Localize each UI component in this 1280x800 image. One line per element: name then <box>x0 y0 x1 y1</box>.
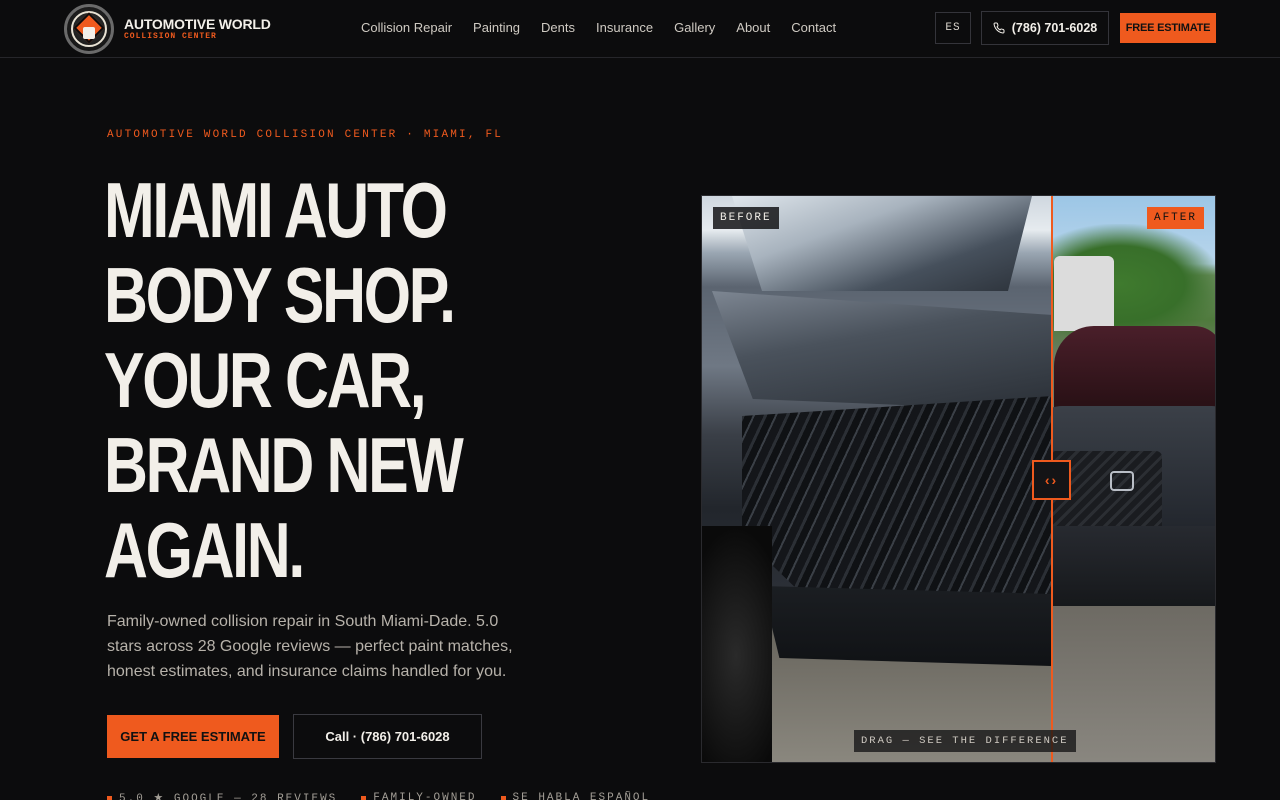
before-photo <box>702 196 1051 762</box>
hero-headline: Miami Auto Body Shop. Your Car, Brand Ne… <box>104 168 525 593</box>
nav-item-insurance[interactable]: Insurance <box>596 20 653 36</box>
hero-eyebrow: Automotive World Collision Center · Miam… <box>107 129 504 141</box>
nav-item-collision-repair[interactable]: Collision Repair <box>361 20 452 36</box>
nav-item-about[interactable]: About <box>736 20 770 36</box>
trust-item-label: 5.0 ★ Google — 28 reviews <box>119 793 338 800</box>
trust-item-label: Se habla Español <box>512 792 651 800</box>
brand-name: Automotive World <box>124 16 271 32</box>
headline-line: Brand New <box>104 421 464 509</box>
language-toggle-button[interactable]: ES <box>935 12 971 44</box>
nav-item-contact[interactable]: Contact <box>791 20 836 36</box>
phone-button[interactable]: (786) 701-6028 <box>981 11 1109 45</box>
logo[interactable]: Automotive World Collision Center <box>64 4 271 54</box>
trust-item: 5.0 ★ Google — 28 reviews <box>107 791 337 800</box>
bullet-icon <box>500 795 506 800</box>
bullet-icon <box>107 795 112 800</box>
headline-line: Your Car, <box>104 336 427 424</box>
trust-item-label: Family-owned <box>373 792 477 800</box>
nav-item-painting[interactable]: Painting <box>473 20 520 36</box>
slider-handle[interactable]: ‹› <box>1032 460 1071 500</box>
get-estimate-button[interactable]: Get a Free Estimate <box>107 715 279 758</box>
call-button[interactable]: Call · (786) 701-6028 <box>293 714 482 759</box>
hero-description: Family-owned collision repair in South M… <box>107 613 513 680</box>
logo-text: Automotive World Collision Center <box>124 17 271 41</box>
main-nav: Collision Repair Painting Dents Insuranc… <box>361 20 836 36</box>
site-header: Automotive World Collision Center Collis… <box>0 0 1280 58</box>
nav-item-dents[interactable]: Dents <box>541 20 575 36</box>
before-after-slider[interactable]: ‹› BEFORE AFTER DRAG — SEE THE DIFFERENC… <box>701 195 1216 763</box>
headline-line: Again. <box>104 506 305 594</box>
drag-hint: DRAG — SEE THE DIFFERENCE <box>854 730 1076 752</box>
before-label: BEFORE <box>713 207 779 229</box>
phone-number: (786) 701-6028 <box>1011 21 1098 35</box>
brand-subtitle: Collision Center <box>124 32 217 41</box>
phone-icon <box>993 22 1005 34</box>
trust-item: Se habla Español <box>500 791 651 800</box>
trust-strip: 5.0 ★ Google — 28 reviews Family-owned S… <box>107 791 650 800</box>
trust-item: Family-owned <box>361 791 476 800</box>
bullet-icon <box>361 795 367 800</box>
logo-badge-icon <box>64 4 114 54</box>
after-label: AFTER <box>1146 207 1204 229</box>
free-estimate-button[interactable]: Free Estimate <box>1120 13 1216 43</box>
headline-line: Body Shop. <box>104 251 456 339</box>
nav-item-gallery[interactable]: Gallery <box>674 20 715 36</box>
headline-line: Miami Auto <box>104 166 448 254</box>
